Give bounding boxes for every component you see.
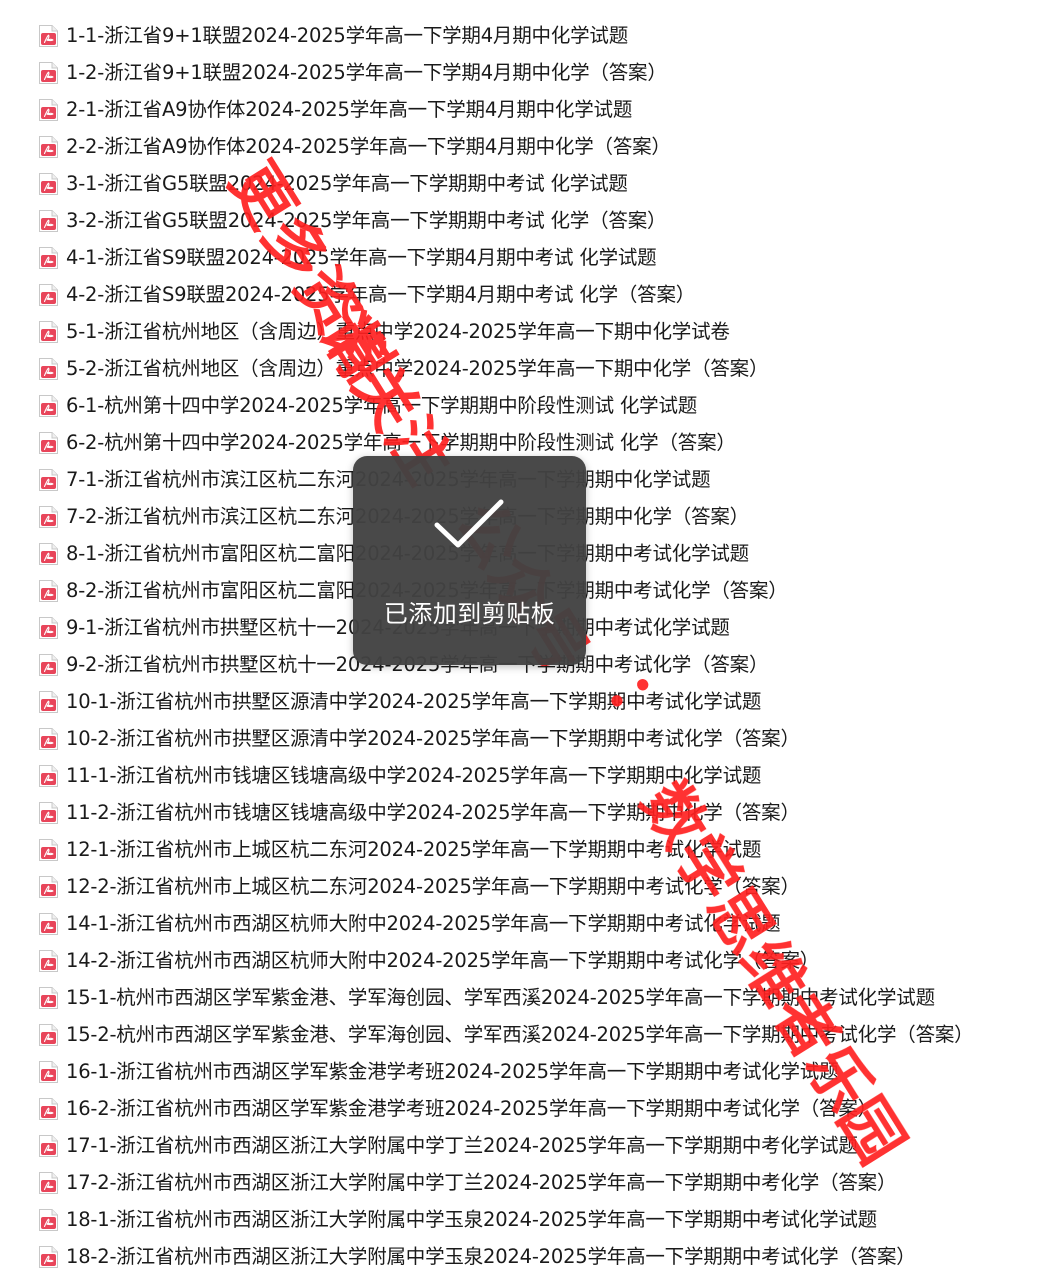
file-name: 5-2-浙江省杭州地区（含周边）重点中学2024-2025学年高一下期中化学（答…	[66, 356, 769, 380]
pdf-file-icon	[38, 172, 59, 196]
file-row[interactable]: 17-2-浙江省杭州市西湖区浙江大学附属中学丁兰2024-2025学年高一下学期…	[0, 1164, 1048, 1201]
pdf-file-icon	[38, 61, 59, 85]
file-row[interactable]: 12-1-浙江省杭州市上城区杭二东河2024-2025学年高一下学期期中考试化学…	[0, 831, 1048, 868]
pdf-file-icon	[38, 468, 59, 492]
pdf-file-icon	[38, 542, 59, 566]
file-name: 10-2-浙江省杭州市拱墅区源清中学2024-2025学年高一下学期期中考试化学…	[66, 726, 800, 750]
pdf-file-icon	[38, 1171, 59, 1195]
file-row[interactable]: 5-2-浙江省杭州地区（含周边）重点中学2024-2025学年高一下期中化学（答…	[0, 350, 1048, 387]
file-name: 6-1-杭州第十四中学2024-2025学年高一下学期期中阶段性测试 化学试题	[66, 393, 698, 417]
pdf-file-icon	[38, 653, 59, 677]
file-row[interactable]: 12-2-浙江省杭州市上城区杭二东河2024-2025学年高一下学期期中考试化学…	[0, 868, 1048, 905]
pdf-file-icon	[38, 357, 59, 381]
pdf-file-icon	[38, 727, 59, 751]
file-name: 2-1-浙江省A9协作体2024-2025学年高一下学期4月期中化学试题	[66, 97, 633, 121]
file-row[interactable]: 11-2-浙江省杭州市钱塘区钱塘高级中学2024-2025学年高一下学期期中化学…	[0, 794, 1048, 831]
file-row[interactable]: 10-2-浙江省杭州市拱墅区源清中学2024-2025学年高一下学期期中考试化学…	[0, 720, 1048, 757]
toast-message: 已添加到剪贴板	[383, 600, 556, 628]
file-row[interactable]: 1-1-浙江省9+1联盟2024-2025学年高一下学期4月期中化学试题	[0, 17, 1048, 54]
file-row[interactable]: 1-2-浙江省9+1联盟2024-2025学年高一下学期4月期中化学（答案）	[0, 54, 1048, 91]
file-name: 16-1-浙江省杭州市西湖区学军紫金港学考班2024-2025学年高一下学期期中…	[66, 1059, 839, 1083]
file-name: 15-1-杭州市西湖区学军紫金港、学军海创园、学军西溪2024-2025学年高一…	[66, 985, 935, 1009]
file-row[interactable]: 2-2-浙江省A9协作体2024-2025学年高一下学期4月期中化学（答案）	[0, 128, 1048, 165]
file-name: 15-2-杭州市西湖区学军紫金港、学军海创园、学军西溪2024-2025学年高一…	[66, 1022, 974, 1046]
pdf-file-icon	[38, 764, 59, 788]
file-row[interactable]: 2-1-浙江省A9协作体2024-2025学年高一下学期4月期中化学试题	[0, 91, 1048, 128]
file-row[interactable]: 16-1-浙江省杭州市西湖区学军紫金港学考班2024-2025学年高一下学期期中…	[0, 1053, 1048, 1090]
pdf-file-icon	[38, 1097, 59, 1121]
file-name: 3-2-浙江省G5联盟2024-2025学年高一下学期期中考试 化学（答案）	[66, 208, 667, 232]
file-row[interactable]: 14-1-浙江省杭州市西湖区杭师大附中2024-2025学年高一下学期期中考试化…	[0, 905, 1048, 942]
file-row[interactable]: 11-1-浙江省杭州市钱塘区钱塘高级中学2024-2025学年高一下学期期中化学…	[0, 757, 1048, 794]
file-name: 12-2-浙江省杭州市上城区杭二东河2024-2025学年高一下学期期中考试化学…	[66, 874, 800, 898]
pdf-file-icon	[38, 616, 59, 640]
file-name: 11-1-浙江省杭州市钱塘区钱塘高级中学2024-2025学年高一下学期期中化学…	[66, 763, 762, 787]
file-name: 10-1-浙江省杭州市拱墅区源清中学2024-2025学年高一下学期期中考试化学…	[66, 689, 762, 713]
pdf-file-icon	[38, 1245, 59, 1269]
file-name: 14-2-浙江省杭州市西湖区杭师大附中2024-2025学年高一下学期期中考试化…	[66, 948, 820, 972]
file-row[interactable]: 10-1-浙江省杭州市拱墅区源清中学2024-2025学年高一下学期期中考试化学…	[0, 683, 1048, 720]
file-row[interactable]: 17-1-浙江省杭州市西湖区浙江大学附属中学丁兰2024-2025学年高一下学期…	[0, 1127, 1048, 1164]
file-row[interactable]: 3-1-浙江省G5联盟2024-2025学年高一下学期期中考试 化学试题	[0, 165, 1048, 202]
checkmark-icon	[434, 499, 504, 548]
pdf-file-icon	[38, 1208, 59, 1232]
pdf-file-icon	[38, 579, 59, 603]
file-row[interactable]: 15-1-杭州市西湖区学军紫金港、学军海创园、学军西溪2024-2025学年高一…	[0, 979, 1048, 1016]
file-name: 16-2-浙江省杭州市西湖区学军紫金港学考班2024-2025学年高一下学期期中…	[66, 1096, 877, 1120]
pdf-file-icon	[38, 801, 59, 825]
pdf-file-icon	[38, 431, 59, 455]
file-name: 12-1-浙江省杭州市上城区杭二东河2024-2025学年高一下学期期中考试化学…	[66, 837, 762, 861]
file-row[interactable]: 6-1-杭州第十四中学2024-2025学年高一下学期期中阶段性测试 化学试题	[0, 387, 1048, 424]
pdf-file-icon	[38, 394, 59, 418]
pdf-file-icon	[38, 690, 59, 714]
file-name: 3-1-浙江省G5联盟2024-2025学年高一下学期期中考试 化学试题	[66, 171, 628, 195]
file-name: 1-2-浙江省9+1联盟2024-2025学年高一下学期4月期中化学（答案）	[66, 60, 667, 84]
file-name: 2-2-浙江省A9协作体2024-2025学年高一下学期4月期中化学（答案）	[66, 134, 671, 158]
pdf-file-icon	[38, 986, 59, 1010]
pdf-file-icon	[38, 283, 59, 307]
file-row[interactable]: 5-1-浙江省杭州地区（含周边）重点中学2024-2025学年高一下期中化学试卷	[0, 313, 1048, 350]
pdf-file-icon	[38, 912, 59, 936]
file-name: 17-2-浙江省杭州市西湖区浙江大学附属中学丁兰2024-2025学年高一下学期…	[66, 1170, 897, 1194]
pdf-file-icon	[38, 246, 59, 270]
file-name: 1-1-浙江省9+1联盟2024-2025学年高一下学期4月期中化学试题	[66, 23, 629, 47]
pdf-file-icon	[38, 135, 59, 159]
file-row[interactable]: 14-2-浙江省杭州市西湖区杭师大附中2024-2025学年高一下学期期中考试化…	[0, 942, 1048, 979]
file-row[interactable]: 16-2-浙江省杭州市西湖区学军紫金港学考班2024-2025学年高一下学期期中…	[0, 1090, 1048, 1127]
pdf-file-icon	[38, 209, 59, 233]
file-name: 4-1-浙江省S9联盟2024-2025学年高一下学期4月期中考试 化学试题	[66, 245, 657, 269]
file-name: 18-1-浙江省杭州市西湖区浙江大学附属中学玉泉2024-2025学年高一下学期…	[66, 1207, 877, 1231]
file-row[interactable]: 18-1-浙江省杭州市西湖区浙江大学附属中学玉泉2024-2025学年高一下学期…	[0, 1201, 1048, 1238]
file-name: 18-2-浙江省杭州市西湖区浙江大学附属中学玉泉2024-2025学年高一下学期…	[66, 1244, 916, 1268]
pdf-file-icon	[38, 949, 59, 973]
file-row[interactable]: 4-1-浙江省S9联盟2024-2025学年高一下学期4月期中考试 化学试题	[0, 239, 1048, 276]
file-name: 4-2-浙江省S9联盟2024-2025学年高一下学期4月期中考试 化学（答案）	[66, 282, 696, 306]
pdf-file-icon	[38, 505, 59, 529]
file-name: 5-1-浙江省杭州地区（含周边）重点中学2024-2025学年高一下期中化学试卷	[66, 319, 730, 343]
pdf-file-icon	[38, 24, 59, 48]
pdf-file-icon	[38, 875, 59, 899]
pdf-file-icon	[38, 1023, 59, 1047]
file-row[interactable]: 15-2-杭州市西湖区学军紫金港、学军海创园、学军西溪2024-2025学年高一…	[0, 1016, 1048, 1053]
file-name: 17-1-浙江省杭州市西湖区浙江大学附属中学丁兰2024-2025学年高一下学期…	[66, 1133, 858, 1157]
pdf-file-icon	[38, 98, 59, 122]
file-row[interactable]: 3-2-浙江省G5联盟2024-2025学年高一下学期期中考试 化学（答案）	[0, 202, 1048, 239]
clipboard-toast: 已添加到剪贴板	[353, 456, 586, 665]
pdf-file-icon	[38, 838, 59, 862]
file-name: 14-1-浙江省杭州市西湖区杭师大附中2024-2025学年高一下学期期中考试化…	[66, 911, 781, 935]
pdf-file-icon	[38, 1134, 59, 1158]
pdf-file-icon	[38, 320, 59, 344]
file-row[interactable]: 18-2-浙江省杭州市西湖区浙江大学附属中学玉泉2024-2025学年高一下学期…	[0, 1238, 1048, 1275]
file-name: 11-2-浙江省杭州市钱塘区钱塘高级中学2024-2025学年高一下学期期中化学…	[66, 800, 800, 824]
pdf-file-icon	[38, 1060, 59, 1084]
file-name: 6-2-杭州第十四中学2024-2025学年高一下学期期中阶段性测试 化学（答案…	[66, 430, 736, 454]
file-row[interactable]: 4-2-浙江省S9联盟2024-2025学年高一下学期4月期中考试 化学（答案）	[0, 276, 1048, 313]
